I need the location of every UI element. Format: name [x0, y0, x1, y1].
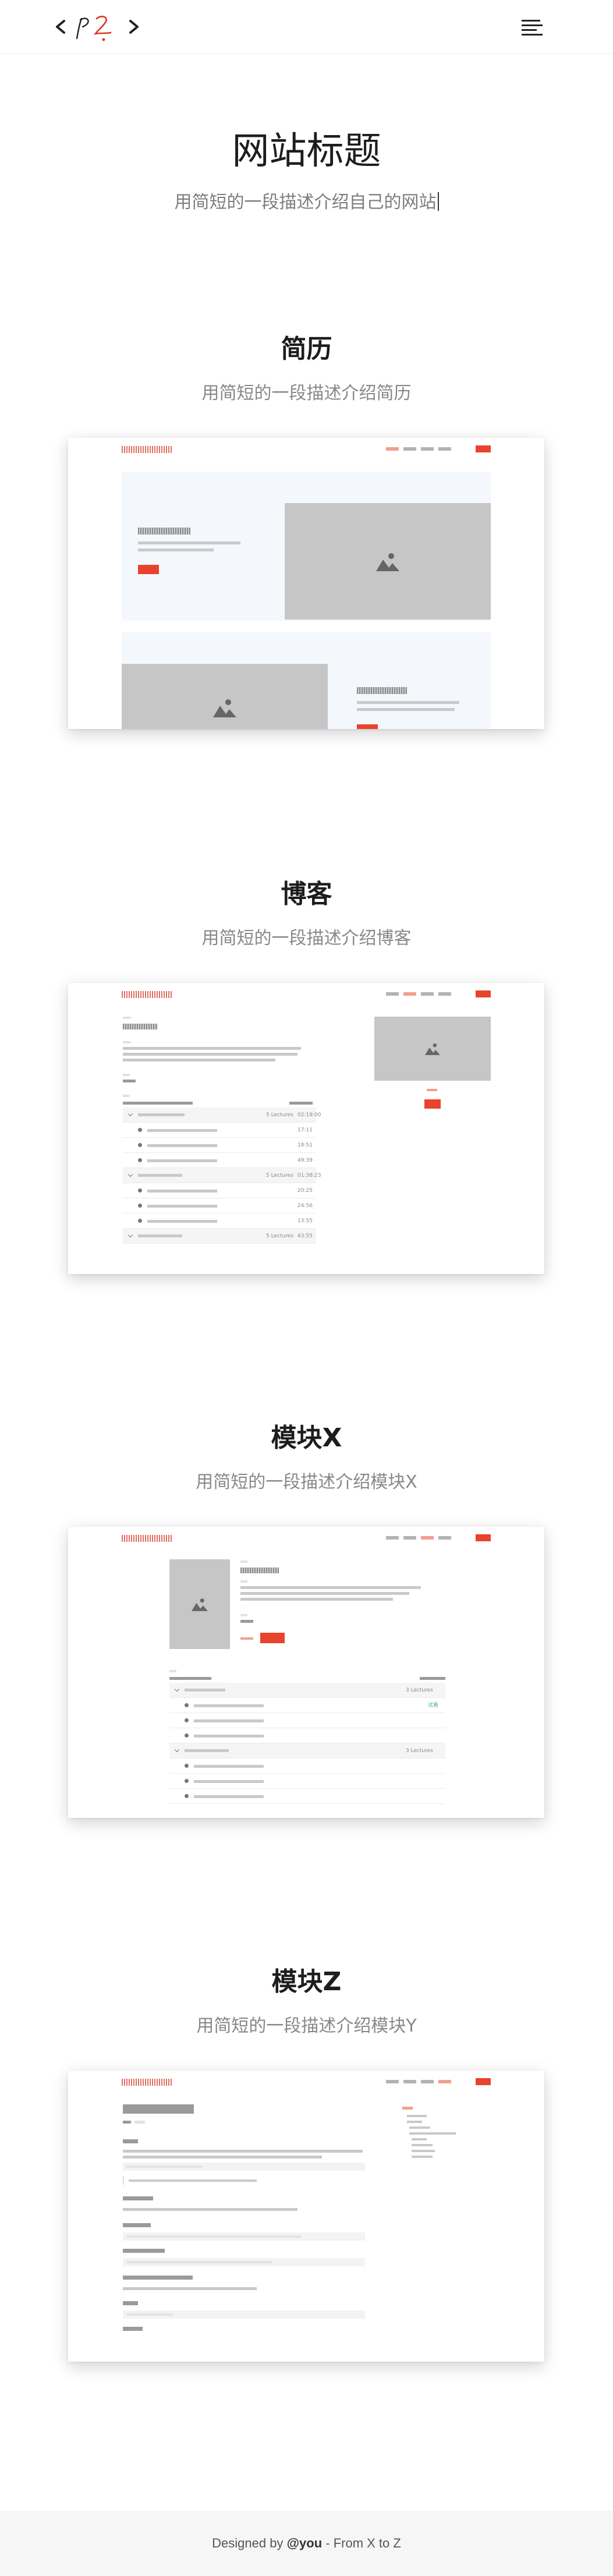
image-placeholder-icon: [122, 664, 328, 729]
mini-nav-item: [386, 992, 399, 996]
section-title: 模块Z: [271, 1967, 342, 1997]
mini-nav-item: [403, 2080, 416, 2083]
mini-header-button: [476, 2078, 491, 2085]
hamburger-menu-icon[interactable]: [519, 17, 545, 36]
list-item: 13:55: [123, 1213, 316, 1229]
mini-header-button: [476, 990, 491, 997]
hero-title: 网站标题: [232, 130, 381, 173]
mini-nav-item: [438, 447, 451, 451]
list-item: 49:39: [123, 1153, 316, 1168]
mini-header: [68, 983, 544, 1003]
mini-nav-item: [438, 992, 451, 996]
section-title: 博客: [281, 879, 332, 909]
list-item: 试看: [169, 1698, 445, 1713]
hero-subtitle: 用简短的一段描述介绍自己的网站: [0, 191, 613, 214]
footer-credit: Designed by @you - From X to Z: [0, 2535, 613, 2552]
mini-header: [68, 438, 544, 458]
section-title: 模块X: [271, 1423, 342, 1453]
list-item: [169, 1728, 445, 1743]
mini-logo: [122, 991, 173, 998]
module-x-preview-card[interactable]: 3 Lectures 试看 3 Lectures: [68, 1527, 544, 1818]
list-item: [169, 1758, 445, 1774]
blog-preview-card[interactable]: 5 Lectures 02:19:00 17:11 18:51 49:39 5 L…: [68, 983, 544, 1274]
section-module-z: 模块Z 用简短的一段描述介绍模块Y: [0, 1966, 613, 2373]
list-item: 3 Lectures: [169, 1683, 445, 1698]
list-item: [169, 1774, 445, 1789]
image-placeholder-icon: [285, 503, 491, 620]
list-item: 5 Lectures 43:55: [123, 1229, 316, 1244]
section-subtitle: 用简短的一段描述介绍博客: [201, 928, 412, 949]
course-list: 5 Lectures 02:19:00 17:11 18:51 49:39 5 L…: [123, 1107, 321, 1274]
mini-nav-item: [386, 2080, 399, 2083]
list-item: [169, 1713, 445, 1728]
mini-nav-item: [421, 447, 434, 451]
mini-nav-item: [421, 992, 434, 996]
image-placeholder-icon: [169, 1559, 230, 1649]
mini-logo: [122, 2079, 173, 2086]
section-module-x: 模块X 用简短的一段描述介绍模块X 3 Lectures 试看 3 Lectur…: [0, 1422, 613, 1830]
mini-nav-item: [403, 1536, 416, 1540]
section-blog: 博客 用简短的一段描述介绍博客 5 Lectures 02:19:00 17:11…: [0, 878, 613, 1286]
resume-block: [122, 472, 491, 621]
list-item: 18:51: [123, 1138, 316, 1153]
mini-nav-item: [403, 992, 416, 996]
footer-suffix: - From X to Z: [322, 2536, 401, 2550]
hero-subtitle-text: 用简短的一段描述介绍自己的网站: [174, 192, 437, 213]
resume-block: [122, 632, 491, 729]
image-placeholder-icon: [374, 1017, 491, 1081]
section-title: 简历: [281, 334, 332, 364]
mini-logo: [122, 1535, 173, 1542]
site-logo[interactable]: [54, 10, 141, 43]
section-subtitle: 用简短的一段描述介绍模块X: [196, 1472, 417, 1492]
mini-nav-item: [421, 1536, 434, 1540]
list-item: 20:25: [123, 1183, 316, 1198]
list-item: [169, 1789, 445, 1804]
mini-header: [68, 1527, 544, 1547]
logo-graphic: [56, 16, 139, 41]
site-header: [0, 0, 613, 54]
mini-header-button: [476, 445, 491, 452]
footer-author-link[interactable]: @you: [287, 2536, 323, 2550]
mini-nav-item: [403, 447, 416, 451]
mini-nav-item: [421, 2080, 434, 2083]
list-item: 3 Lectures: [169, 1743, 445, 1758]
section-resume: 简历 用简短的一段描述介绍简历: [0, 333, 613, 741]
site-footer: Designed by @you - From X to Z: [0, 2511, 613, 2576]
list-item: 24:56: [123, 1198, 316, 1213]
section-subtitle: 用简短的一段描述介绍简历: [201, 383, 412, 404]
list-item: 5 Lectures 01:38:23: [123, 1168, 321, 1183]
mini-nav-item: [438, 1536, 451, 1540]
list-item: 17:11: [123, 1123, 316, 1138]
mini-header-button: [476, 1534, 491, 1541]
list-item: 5 Lectures 02:19:00: [123, 1107, 321, 1123]
resume-preview-card[interactable]: [68, 438, 544, 729]
mini-logo: [122, 446, 173, 453]
mini-nav-item: [438, 2080, 451, 2083]
text-cursor: [437, 192, 439, 211]
module-list: 3 Lectures 试看 3 Lectures: [169, 1683, 445, 1811]
mini-nav-item: [386, 1536, 399, 1540]
section-subtitle: 用简短的一段描述介绍模块Y: [196, 2016, 417, 2036]
footer-prefix: Designed by: [212, 2536, 287, 2550]
mini-nav-item: [386, 447, 399, 451]
mini-header: [68, 2071, 544, 2090]
module-z-preview-card[interactable]: [68, 2071, 544, 2362]
